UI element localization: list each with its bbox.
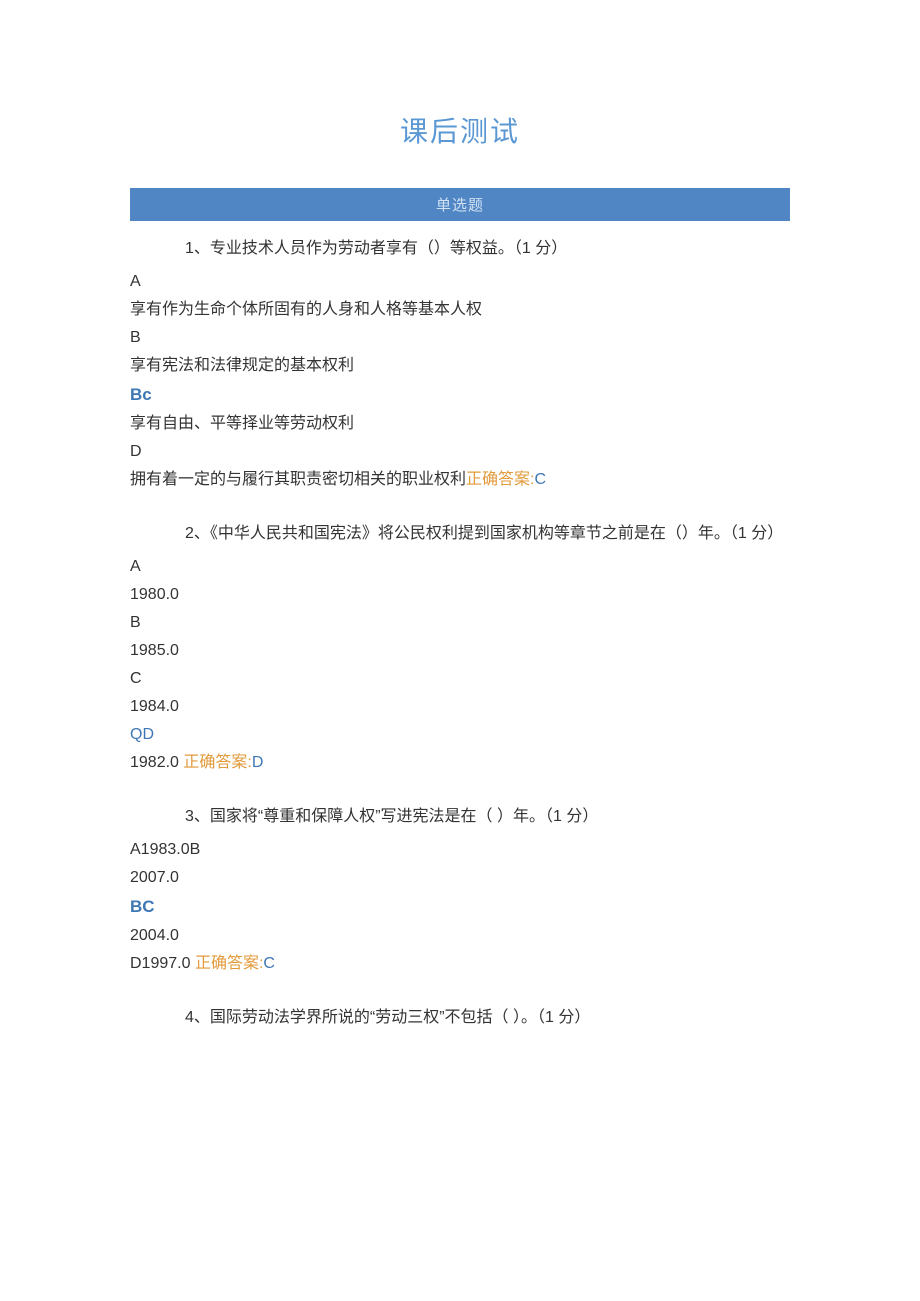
q3-line5: D1997.0 正确答案:C: [130, 950, 790, 978]
q1-opt-c-text: 享有自由、平等择业等劳动权利: [130, 410, 790, 438]
q1-opt-a-letter: A: [130, 268, 790, 296]
q1-opt-a-text: 享有作为生命个体所固有的人身和人格等基本人权: [130, 296, 790, 324]
question-1-block: 1、专业技术人员作为劳动者享有（）等权益。（1 分） A 享有作为生命个体所固有…: [130, 235, 790, 494]
q2-opt-b-val: 1985.0: [130, 637, 790, 665]
q2-opt-d-line: 1982.0 正确答案:D: [130, 749, 790, 777]
q3-line1: A1983.0B: [130, 836, 790, 864]
q1-opt-b-text: 享有宪法和法律规定的基本权利: [130, 352, 790, 380]
q3-line5-prefix: D1997.0: [130, 955, 195, 972]
document-page: 课后测试 单选题 1、专业技术人员作为劳动者享有（）等权益。（1 分） A 享有…: [0, 0, 920, 1301]
section-header-bar: 单选题: [130, 188, 790, 221]
q1-answer-letter: C: [534, 471, 546, 488]
q3-line4: 2004.0: [130, 922, 790, 950]
q3-answer-letter: C: [263, 955, 275, 972]
q2-opt-d-val: 1982.0: [130, 754, 179, 771]
q3-line2: 2007.0: [130, 864, 790, 892]
question-4-block: 4、国际劳动法学界所说的“劳动三权”不包括（ ）。（1 分）: [130, 1004, 790, 1031]
q1-opt-d-text: 拥有着一定的与履行其职责密切相关的职业权利: [130, 471, 466, 488]
q1-opt-d-line: 拥有着一定的与履行其职责密切相关的职业权利正确答案:C: [130, 466, 790, 494]
q2-answer-letter: D: [252, 754, 264, 771]
q1-opt-d-letter: D: [130, 438, 790, 466]
question-4-text: 4、国际劳动法学界所说的“劳动三权”不包括（ ）。（1 分）: [185, 1004, 790, 1031]
q1-bc-marker: Bc: [130, 380, 790, 410]
q3-answer-label: 正确答案:: [195, 955, 263, 972]
q1-answer-label: 正确答案:: [466, 471, 534, 488]
question-1-text: 1、专业技术人员作为劳动者享有（）等权益。（1 分）: [185, 235, 790, 262]
q2-opt-c-letter: C: [130, 665, 790, 693]
page-title: 课后测试: [130, 110, 790, 150]
q3-bc-marker: BC: [130, 892, 790, 922]
question-2-block: 2、《中华人民共和国宪法》将公民权利提到国家机构等章节之前是在（）年。（1 分）…: [130, 520, 790, 777]
q2-opt-a-val: 1980.0: [130, 581, 790, 609]
q2-opt-a-letter: A: [130, 553, 790, 581]
question-2-text: 2、《中华人民共和国宪法》将公民权利提到国家机构等章节之前是在（）年。（1 分）: [185, 520, 790, 547]
question-3-block: 3、国家将“尊重和保障人权”写进宪法是在（ ）年。（1 分） A1983.0B …: [130, 803, 790, 978]
q2-opt-b-letter: B: [130, 609, 790, 637]
q1-opt-b-letter: B: [130, 324, 790, 352]
q2-qd-marker: QD: [130, 721, 790, 749]
q2-answer-label: 正确答案:: [183, 754, 251, 771]
question-3-text: 3、国家将“尊重和保障人权”写进宪法是在（ ）年。（1 分）: [185, 803, 790, 830]
q2-opt-c-val: 1984.0: [130, 693, 790, 721]
